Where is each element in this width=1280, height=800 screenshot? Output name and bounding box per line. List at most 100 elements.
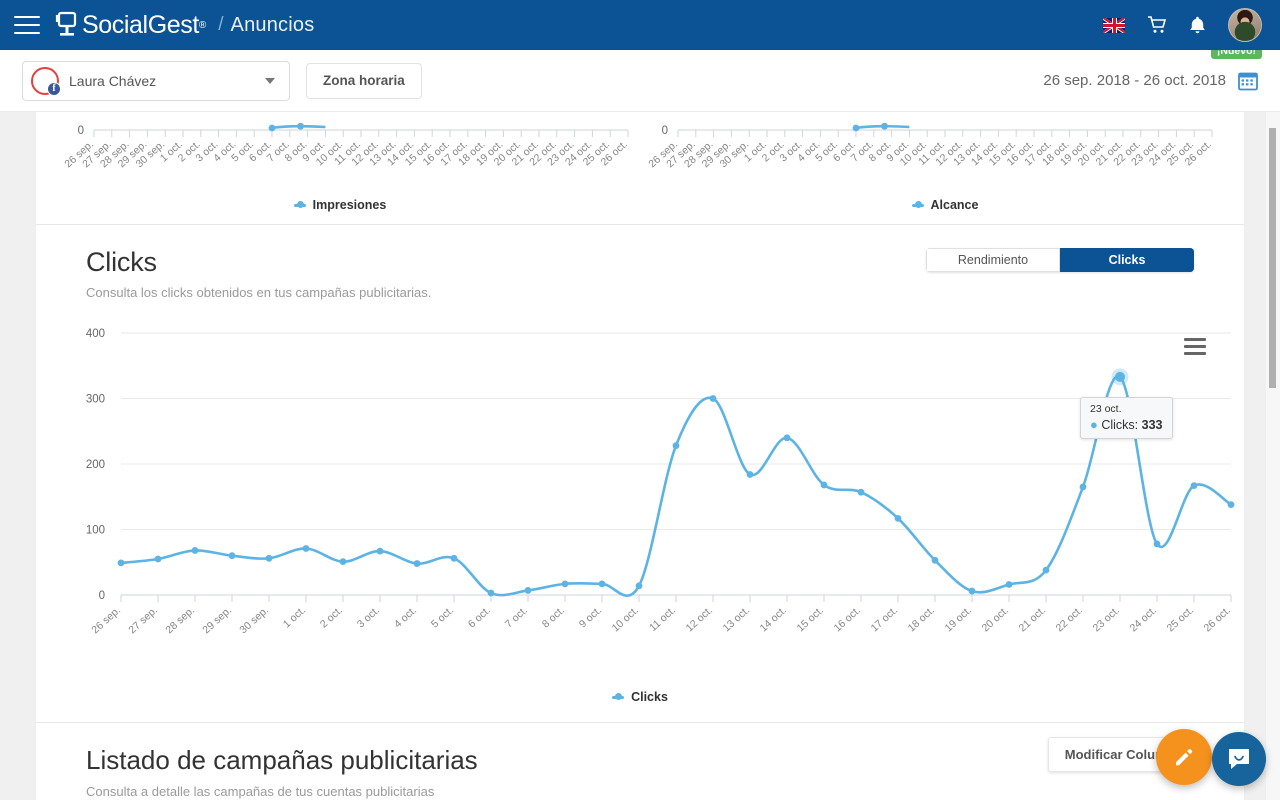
clicks-header: Clicks Consulta los clicks obtenidos en … — [36, 225, 1244, 308]
svg-text:16 oct.: 16 oct. — [832, 604, 863, 634]
tooltip-series-dot-icon: ● — [1090, 416, 1098, 432]
top-navbar: SocialGest ® / Anuncios — [0, 0, 1280, 50]
impresiones-legend-label: Impresiones — [312, 198, 387, 212]
date-range-group: ¡Nuevo! 26 sep. 2018 - 26 oct. 2018 — [1043, 42, 1262, 91]
svg-text:29 sep.: 29 sep. — [200, 604, 234, 636]
alcance-legend: Alcance — [644, 198, 1246, 212]
clicks-legend[interactable]: Clicks — [36, 690, 1244, 722]
brand-logo-group[interactable]: SocialGest ® — [54, 11, 206, 40]
svg-text:26 oct.: 26 oct. — [1202, 604, 1233, 634]
svg-text:12 oct.: 12 oct. — [684, 604, 715, 634]
legend-marker-icon — [293, 201, 306, 208]
impresiones-mini-chart: 0 26 sep. 27 sep. 28 sep. 29 sep. 30 sep. 1 o… — [36, 112, 644, 224]
svg-text:8 oct.: 8 oct. — [540, 604, 567, 630]
clicks-view-toggle: Rendimiento Clicks — [926, 248, 1194, 272]
svg-text:2 oct.: 2 oct. — [318, 604, 345, 630]
brand-name: SocialGest — [82, 10, 199, 39]
listado-subtitle: Consulta a detalle las campañas de tus c… — [86, 784, 435, 799]
page-toolbar: f Laura Chávez Zona horaria ¡Nuevo! 26 s… — [0, 42, 1280, 112]
clicks-chart-svg[interactable]: 0 100 200 300 400 26 sep. 27 sep. 28 sep. 29 se… — [36, 320, 1246, 650]
svg-text:30 sep.: 30 sep. — [237, 604, 271, 636]
user-avatar[interactable] — [1228, 8, 1262, 42]
socialgest-logo-icon — [54, 11, 80, 39]
legend-marker-icon — [911, 201, 924, 208]
svg-text:28 sep.: 28 sep. — [163, 604, 197, 636]
breadcrumb-separator: / — [218, 14, 224, 35]
facebook-badge-icon: f — [47, 81, 61, 96]
svg-text:200: 200 — [86, 459, 105, 471]
clicks-legend-label: Clicks — [631, 690, 668, 704]
content-scroll-area[interactable]: 0 26 sep. 27 sep. 28 sep. 29 sep. 30 sep. 1 o… — [0, 112, 1280, 800]
edit-fab-button[interactable] — [1156, 729, 1212, 785]
date-range-text[interactable]: 26 sep. 2018 - 26 oct. 2018 — [1043, 72, 1226, 89]
svg-text:19 oct.: 19 oct. — [943, 604, 974, 634]
listado-title: Listado de campañas publicitarias — [86, 745, 478, 775]
notification-bell-icon[interactable] — [1189, 16, 1206, 35]
svg-text:23 oct.: 23 oct. — [1091, 604, 1122, 634]
svg-text:18 oct.: 18 oct. — [906, 604, 937, 634]
svg-text:26 sep.: 26 sep. — [89, 604, 123, 636]
calendar-icon[interactable] — [1238, 71, 1258, 91]
svg-text:24 oct.: 24 oct. — [1128, 604, 1159, 634]
svg-text:10 oct.: 10 oct. — [610, 604, 641, 634]
clicks-subtitle: Consulta los clicks obtenidos en tus cam… — [86, 285, 432, 300]
svg-text:27 sep.: 27 sep. — [126, 604, 160, 636]
svg-text:400: 400 — [86, 328, 105, 340]
alcance-legend-label: Alcance — [930, 198, 979, 212]
listado-header: Listado de campañas publicitarias Consul… — [36, 723, 1244, 800]
timezone-button[interactable]: Zona horaria — [306, 62, 422, 99]
svg-text:14 oct.: 14 oct. — [758, 604, 789, 634]
alcance-y-zero: 0 — [662, 125, 668, 137]
clicks-card: Clicks Consulta los clicks obtenidos en … — [35, 224, 1245, 722]
hamburger-export-menu-icon[interactable] — [1184, 338, 1206, 359]
svg-text:22 oct.: 22 oct. — [1054, 604, 1085, 634]
chevron-down-icon — [265, 77, 275, 84]
tooltip-label: Clicks: — [1101, 417, 1139, 432]
svg-text:21 oct.: 21 oct. — [1017, 604, 1048, 634]
pencil-edit-icon — [1176, 749, 1193, 766]
svg-text:100: 100 — [86, 525, 105, 537]
svg-text:6 oct.: 6 oct. — [466, 604, 493, 630]
svg-text:11 oct.: 11 oct. — [647, 604, 678, 633]
svg-text:15 oct.: 15 oct. — [795, 604, 826, 634]
tab-clicks[interactable]: Clicks — [1060, 248, 1194, 272]
svg-text:20 oct.: 20 oct. — [980, 604, 1011, 634]
clicks-chart-area: 0 100 200 300 400 26 sep. 27 sep. 28 sep. 29 se… — [36, 320, 1244, 690]
tooltip-date: 23 oct. — [1090, 402, 1122, 415]
impresiones-chart-svg: 0 26 sep.27 sep.28 sep.29 sep.30 sep.1 o… — [62, 122, 630, 170]
page-body: f Laura Chávez Zona horaria ¡Nuevo! 26 s… — [0, 42, 1280, 800]
svg-text:3 oct.: 3 oct. — [355, 604, 382, 630]
svg-text:9 oct.: 9 oct. — [577, 604, 604, 630]
svg-text:7 oct.: 7 oct. — [503, 604, 530, 630]
uk-flag-icon[interactable] — [1103, 17, 1125, 33]
svg-text:13 oct.: 13 oct. — [721, 604, 752, 634]
account-name: Laura Chávez — [69, 72, 157, 89]
tooltip-value: 333 — [1141, 417, 1163, 432]
hamburger-menu-icon[interactable] — [14, 16, 40, 34]
content-scrollbar-thumb[interactable] — [1269, 128, 1276, 388]
content-scrollbar-track[interactable] — [1265, 112, 1280, 800]
svg-text:25 oct.: 25 oct. — [1165, 604, 1196, 634]
account-selector[interactable]: f Laura Chávez — [22, 60, 290, 101]
listado-card: Listado de campañas publicitarias Consul… — [35, 722, 1245, 800]
mini-charts-row: 0 26 sep. 27 sep. 28 sep. 29 sep. 30 sep. 1 o… — [36, 112, 1244, 224]
svg-text:4 oct.: 4 oct. — [392, 604, 419, 630]
account-avatar: f — [31, 66, 61, 96]
impresiones-y-zero: 0 — [78, 125, 84, 137]
alcance-mini-chart: 0 26 sep. 27 sep. 28 sep. 29 sep. 30 sep. 1 o… — [644, 112, 1246, 224]
chart-tooltip: 23 oct. ● Clicks: 333 — [1080, 396, 1173, 439]
shopping-cart-icon[interactable] — [1147, 16, 1167, 34]
clicks-series-line — [119, 375, 1233, 597]
brand-registered-mark: ® — [198, 19, 207, 31]
svg-text:0: 0 — [99, 590, 105, 602]
svg-text:300: 300 — [86, 394, 105, 406]
breadcrumb-current-page: Anuncios — [230, 13, 315, 36]
chat-fab-button[interactable] — [1212, 732, 1266, 786]
tab-rendimiento[interactable]: Rendimiento — [926, 248, 1060, 272]
chat-bubble-icon — [1229, 749, 1249, 769]
legend-marker-icon — [612, 693, 625, 700]
tooltip-value-row: ● Clicks: 333 — [1090, 417, 1163, 432]
navbar-right-group — [1103, 8, 1262, 42]
top-charts-card: 0 26 sep. 27 sep. 28 sep. 29 sep. 30 sep. 1 o… — [35, 112, 1245, 224]
svg-text:1 oct.: 1 oct. — [281, 604, 308, 630]
